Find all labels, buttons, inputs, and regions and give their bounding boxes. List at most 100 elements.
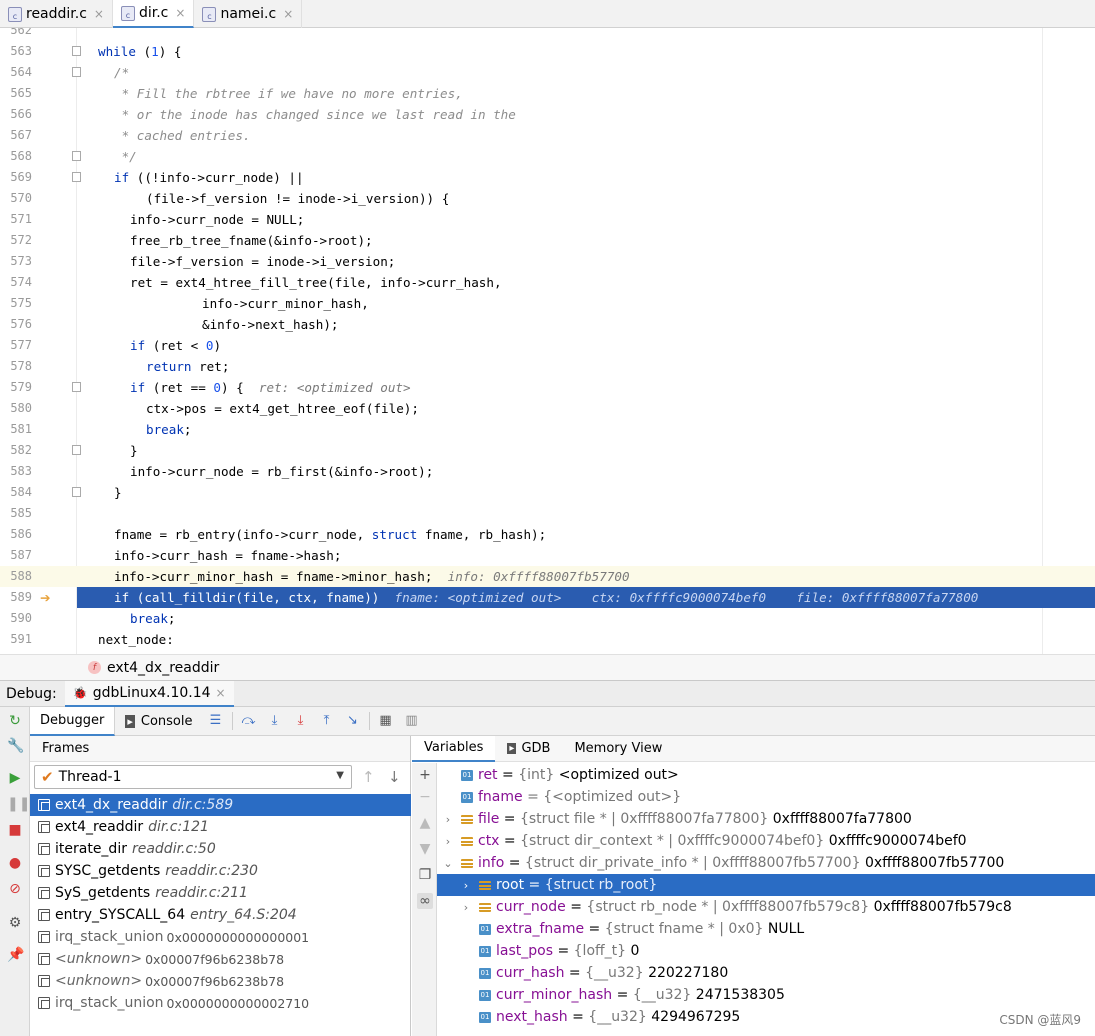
fold-marker-icon[interactable] [72,382,81,392]
line-number[interactable]: 566 [0,104,32,125]
file-tab[interactable]: c namei.c × [194,0,303,28]
code-line[interactable]: 578 return ret; [0,356,1095,377]
stack-frame[interactable]: <unknown> 0x00007f96b6238b78 [30,970,411,992]
stack-frame[interactable]: ext4_dx_readdir dir.c:589 [30,794,411,816]
line-number[interactable]: 590 [0,608,32,629]
variable-row[interactable]: › ctx = {struct dir_context * | 0xffffc90… [437,830,1095,852]
line-number[interactable]: 580 [0,398,32,419]
line-number[interactable]: 584 [0,482,32,503]
code-line[interactable]: 579 if (ret == 0) { ret: <optimized out> [0,377,1095,398]
code-editor[interactable]: 562 563 while (1) {564/* 565 * Fill the rbt… [0,28,1095,654]
code-line[interactable]: 569 if ((!info->curr_node) || [0,167,1095,188]
layout-icon[interactable]: ▥ [404,713,420,729]
variable-row[interactable]: 01 next_hash = {__u32} 4294967295 [437,1006,1095,1028]
line-number[interactable]: 586 [0,524,32,545]
fold-marker-icon[interactable] [72,151,81,161]
pin-icon[interactable]: 📌 [7,947,24,963]
line-number[interactable]: 563 [0,41,32,62]
code-line[interactable]: 570 (file->f_version != inode->i_version)… [0,188,1095,209]
fold-marker-icon[interactable] [72,487,81,497]
variable-row[interactable]: ⌄ info = {struct dir_private_info * | 0xf… [437,852,1095,874]
fold-marker-icon[interactable] [72,445,81,455]
stack-frame[interactable]: SYSC_getdents readdir.c:230 [30,860,411,882]
expand-chevron-icon[interactable]: › [441,813,455,826]
settings-gear-icon[interactable]: ⚙ [7,915,23,931]
tab-debugger[interactable]: Debugger [30,706,116,736]
line-number[interactable]: 574 [0,272,32,293]
code-line[interactable]: 586 fname = rb_entry(info->curr_node, str… [0,524,1095,545]
code-line[interactable]: 562 [0,28,1095,41]
line-number[interactable]: 581 [0,419,32,440]
stack-frame[interactable]: SyS_getdents readdir.c:211 [30,882,411,904]
line-number[interactable]: 573 [0,251,32,272]
code-line[interactable]: 572 free_rb_tree_fname(&info->root); [0,230,1095,251]
fold-marker-icon[interactable] [72,172,81,182]
resume-icon[interactable]: ▶ [7,770,23,786]
variable-row[interactable]: 01 curr_minor_hash = {__u32} 2471538305 [437,984,1095,1006]
move-up-icon[interactable]: ▲ [417,815,433,831]
thread-selector[interactable]: ✔ Thread-1 ▼ [34,765,352,789]
code-line[interactable]: 566 * or the inode has changed since we … [0,104,1095,125]
debug-session-tab[interactable]: 🐞 gdbLinux4.10.14 × [64,680,234,707]
copy-icon[interactable]: ❐ [417,867,433,883]
variable-row[interactable]: › curr_node = {struct rb_node * | 0xffff8… [437,896,1095,918]
collapse-chevron-icon[interactable]: ⌄ [441,857,455,870]
tab-gdb[interactable]: ▸ GDB [495,736,562,762]
stack-frame[interactable]: irq_stack_union 0x0000000000000001 [30,926,411,948]
code-line[interactable]: 563 while (1) { [0,41,1095,62]
pause-icon[interactable]: ❚❚ [7,796,30,812]
code-line[interactable]: 577 if (ret < 0) [0,335,1095,356]
step-into-icon[interactable]: ⤓ [293,713,309,729]
line-number[interactable]: 569 [0,167,32,188]
fold-marker-icon[interactable] [72,46,81,56]
line-number[interactable]: 579 [0,377,32,398]
expand-chevron-icon[interactable]: › [459,879,473,892]
tab-console[interactable]: ▸ Console [115,707,202,736]
variable-row[interactable]: › root = {struct rb_root} [437,874,1095,896]
close-icon[interactable]: × [283,7,293,21]
add-watch-icon[interactable]: + [417,767,433,783]
line-number[interactable]: 567 [0,125,32,146]
code-line[interactable]: 568 */ [0,146,1095,167]
code-line[interactable]: 584} [0,482,1095,503]
file-tab[interactable]: c dir.c × [112,0,195,28]
code-line[interactable]: 591 next_node: [0,629,1095,650]
line-number[interactable]: 562 [0,28,32,41]
mute-breakpoints-icon[interactable]: ⊘ [7,881,23,897]
expand-chevron-icon[interactable]: › [441,835,455,848]
code-line[interactable]: 588 info->curr_minor_hash = fname->minor_… [0,566,1095,587]
line-number[interactable]: 577 [0,335,32,356]
code-line[interactable]: 574 ret = ext4_htree_fill_tree(file, info… [0,272,1095,293]
move-down-icon[interactable]: ▼ [417,841,433,857]
remove-watch-icon[interactable]: − [417,789,433,805]
line-number[interactable]: 587 [0,545,32,566]
code-line[interactable]: 576 &info->next_hash); [0,314,1095,335]
breadcrumb-function[interactable]: ext4_dx_readdir [107,660,219,676]
menu-lines-icon[interactable]: ☰ [208,713,224,729]
code-line[interactable]: 571 info->curr_node = NULL; [0,209,1095,230]
code-line[interactable]: 583 info->curr_node = rb_first(&info->roo… [0,461,1095,482]
stack-frame[interactable]: irq_stack_union 0x0000000000002710 [30,992,411,1014]
evaluate-expression-icon[interactable]: ▦ [378,713,394,729]
tab-variables[interactable]: Variables [412,735,496,762]
line-number[interactable]: 565 [0,83,32,104]
code-line[interactable]: 590 break; [0,608,1095,629]
line-number[interactable]: 585 [0,503,32,524]
stack-frame[interactable]: <unknown> 0x00007f96b6238b78 [30,948,411,970]
line-number[interactable]: 575 [0,293,32,314]
breadcrumb[interactable]: f ext4_dx_readdir [0,654,1095,680]
line-number[interactable]: 578 [0,356,32,377]
line-number[interactable]: 576 [0,314,32,335]
code-line[interactable]: 575 info->curr_minor_hash, [0,293,1095,314]
line-number[interactable]: 589 [0,587,32,608]
rerun-icon[interactable]: ↻ [7,713,23,729]
expand-chevron-icon[interactable]: › [459,901,473,914]
code-line[interactable]: 565 * Fill the rbtree if we have no more… [0,83,1095,104]
tab-memory-view[interactable]: Memory View [562,736,674,762]
code-line[interactable]: 582} [0,440,1095,461]
code-line[interactable]: 587 info->curr_hash = fname->hash; [0,545,1095,566]
code-line[interactable]: 580 ctx->pos = ext4_get_htree_eof(file); [0,398,1095,419]
view-breakpoints-icon[interactable]: ● [7,855,23,871]
line-number[interactable]: 564 [0,62,32,83]
variable-row[interactable]: 01 extra_fname = {struct fname * | 0x0} N… [437,918,1095,940]
